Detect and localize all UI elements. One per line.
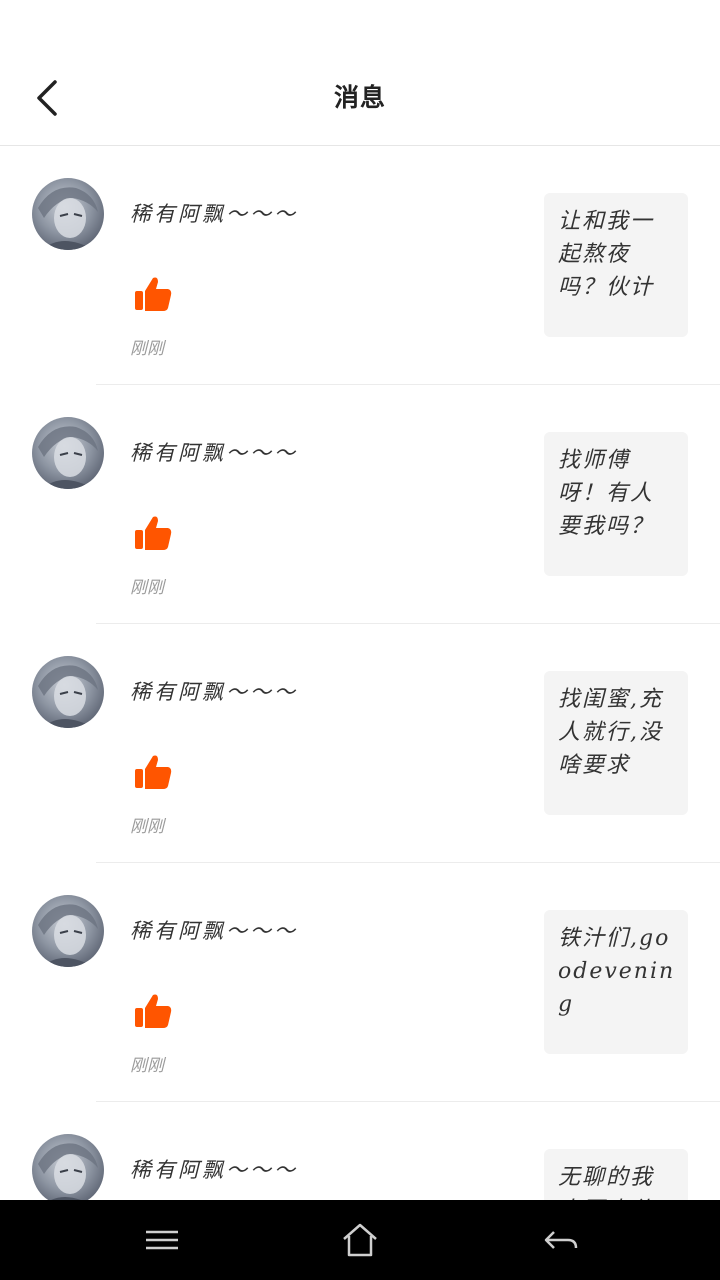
timestamp: 刚刚	[130, 578, 164, 598]
avatar[interactable]	[32, 1134, 104, 1200]
post-preview-card[interactable]: 无聊的我来要点什么	[544, 1149, 688, 1200]
avatar-illustration	[38, 426, 98, 489]
status-bar	[0, 0, 720, 48]
message-list[interactable]: 稀有阿飘～～～ 刚刚 让和我一起熬夜吗？伙计 稀有阿飘～～～ 刚刚 找师傅呀！有…	[0, 146, 720, 1200]
menu-icon	[146, 1230, 178, 1250]
nav-back-button[interactable]	[538, 1220, 582, 1260]
thumbs-up-icon	[135, 516, 172, 550]
post-preview-text: 铁汁们,goodevening	[558, 926, 676, 1017]
thumbs-up-icon	[135, 994, 172, 1028]
app-header: 消息	[0, 48, 720, 146]
post-preview-text: 无聊的我来要点什么	[558, 1165, 655, 1200]
username[interactable]: 稀有阿飘～～～	[130, 915, 298, 945]
post-preview-text: 找闺蜜,充人就行,没啥要求	[558, 687, 663, 778]
avatar[interactable]	[32, 895, 104, 967]
avatar-illustration	[38, 665, 98, 728]
message-item[interactable]: 稀有阿飘～～～ 刚刚 让和我一起熬夜吗？伙计	[0, 146, 720, 385]
timestamp: 刚刚	[130, 339, 164, 359]
nav-menu-button[interactable]	[140, 1220, 184, 1260]
avatar[interactable]	[32, 656, 104, 728]
page-title: 消息	[333, 83, 386, 112]
post-preview-card[interactable]: 找闺蜜,充人就行,没啥要求	[544, 671, 688, 815]
timestamp: 刚刚	[130, 817, 164, 837]
avatar-illustration	[38, 904, 98, 967]
thumbs-up-icon	[135, 755, 172, 789]
nav-home-button[interactable]	[338, 1220, 382, 1260]
post-preview-text: 让和我一起熬夜吗？伙计	[558, 209, 655, 300]
message-item[interactable]: 稀有阿飘～～～ 刚刚 无聊的我来要点什么	[0, 1102, 720, 1200]
username[interactable]: 稀有阿飘～～～	[130, 1154, 298, 1184]
avatar[interactable]	[32, 417, 104, 489]
return-arrow-icon	[544, 1231, 578, 1249]
system-navigation-bar	[0, 1200, 720, 1280]
timestamp: 刚刚	[130, 1056, 164, 1076]
username[interactable]: 稀有阿飘～～～	[130, 198, 298, 228]
username[interactable]: 稀有阿飘～～～	[130, 437, 298, 467]
message-item[interactable]: 稀有阿飘～～～ 刚刚 铁汁们,goodevening	[0, 863, 720, 1102]
message-item[interactable]: 稀有阿飘～～～ 刚刚 找师傅呀！有人要我吗？	[0, 385, 720, 624]
home-icon	[343, 1223, 377, 1257]
avatar[interactable]	[32, 178, 104, 250]
post-preview-card[interactable]: 让和我一起熬夜吗？伙计	[544, 193, 688, 337]
post-preview-text: 找师傅呀！有人要我吗？	[558, 448, 655, 539]
thumbs-up-icon	[135, 277, 172, 311]
message-item[interactable]: 稀有阿飘～～～ 刚刚 找闺蜜,充人就行,没啥要求	[0, 624, 720, 863]
post-preview-card[interactable]: 找师傅呀！有人要我吗？	[544, 432, 688, 576]
avatar-illustration	[38, 187, 98, 250]
avatar-illustration	[38, 1143, 98, 1200]
post-preview-card[interactable]: 铁汁们,goodevening	[544, 910, 688, 1054]
username[interactable]: 稀有阿飘～～～	[130, 676, 298, 706]
